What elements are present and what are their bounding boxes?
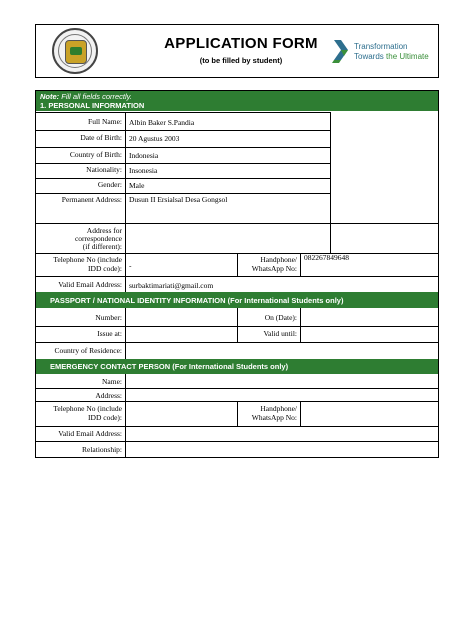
brand-logo: Transformation Towards the Ultimate — [332, 36, 436, 68]
corr-address-label-3: (if different): — [82, 242, 122, 251]
full-name-value: Albin Baker S.Pandia — [129, 118, 195, 127]
form-header: APPLICATION FORM (to be filled by studen… — [35, 24, 439, 78]
passport-number-label: Number: — [95, 313, 122, 322]
note-text: Note: Fill all fields correctly. — [40, 92, 132, 101]
passport-valid-until-label: Valid until: — [263, 329, 297, 338]
emergency-name-label: Name: — [102, 377, 122, 386]
dob-value: 20 Agustus 2003 — [129, 134, 180, 143]
section-personal-title: 1. PERSONAL INFORMATION — [40, 101, 145, 110]
email-value: surbaktimariati@gmail.com — [129, 281, 214, 290]
gender-label: Gender: — [97, 180, 122, 189]
page-title: APPLICATION FORM — [164, 35, 318, 52]
telephone-label-2: IDD code): — [88, 264, 122, 273]
country-residence-label: Country of Residence: — [54, 346, 123, 355]
permanent-address-label: Permanent Address: — [61, 195, 122, 204]
full-name-label: Full Name: — [88, 117, 122, 126]
country-birth-value: Indonesia — [129, 151, 159, 160]
section-emergency-title: EMERGENCY CONTACT PERSON (For Internatio… — [50, 362, 289, 371]
nationality-label: Nationality: — [86, 165, 122, 174]
emergency-email-label: Valid Email Address: — [58, 429, 122, 438]
permanent-address-value: Dusun II Ersialsal Desa Gongsol — [129, 195, 228, 204]
emergency-handphone-label-2: WhatsApp No: — [251, 413, 297, 422]
nationality-value: Insonesia — [129, 166, 158, 175]
brand-line-2: Towards the Ultimate — [354, 52, 429, 61]
handphone-label-2: WhatsApp No: — [251, 264, 297, 273]
dob-label: Date of Birth: — [80, 133, 122, 142]
application-form: Note: Fill all fields correctly. 1. PERS… — [35, 90, 439, 458]
emergency-telephone-label-2: IDD code): — [88, 413, 122, 422]
section-passport-title: PASSPORT / NATIONAL IDENTITY INFORMATION… — [50, 296, 344, 305]
section-passport-bar: PASSPORT / NATIONAL IDENTITY INFORMATION… — [36, 292, 438, 308]
emergency-relationship-label: Relationship: — [82, 445, 122, 454]
email-label: Valid Email Address: — [58, 280, 122, 289]
section-emergency-bar: EMERGENCY CONTACT PERSON (For Internatio… — [36, 359, 438, 374]
brand-chevron-icon — [332, 40, 348, 63]
telephone-value: - — [129, 261, 132, 270]
passport-on-date-label: On (Date): — [264, 313, 297, 322]
university-seal-icon — [52, 28, 98, 74]
country-birth-label: Country of Birth: — [69, 150, 122, 159]
gender-value: Male — [129, 181, 145, 190]
handphone-value: 082267849648 — [304, 253, 349, 262]
passport-issue-at-label: Issue at: — [97, 329, 122, 338]
emergency-address-label: Address: — [95, 391, 122, 400]
page-subtitle: (to be filled by student) — [199, 56, 283, 65]
brand-line-1: Transformation — [354, 42, 408, 51]
section-personal-bar: Note: Fill all fields correctly. 1. PERS… — [36, 91, 438, 111]
